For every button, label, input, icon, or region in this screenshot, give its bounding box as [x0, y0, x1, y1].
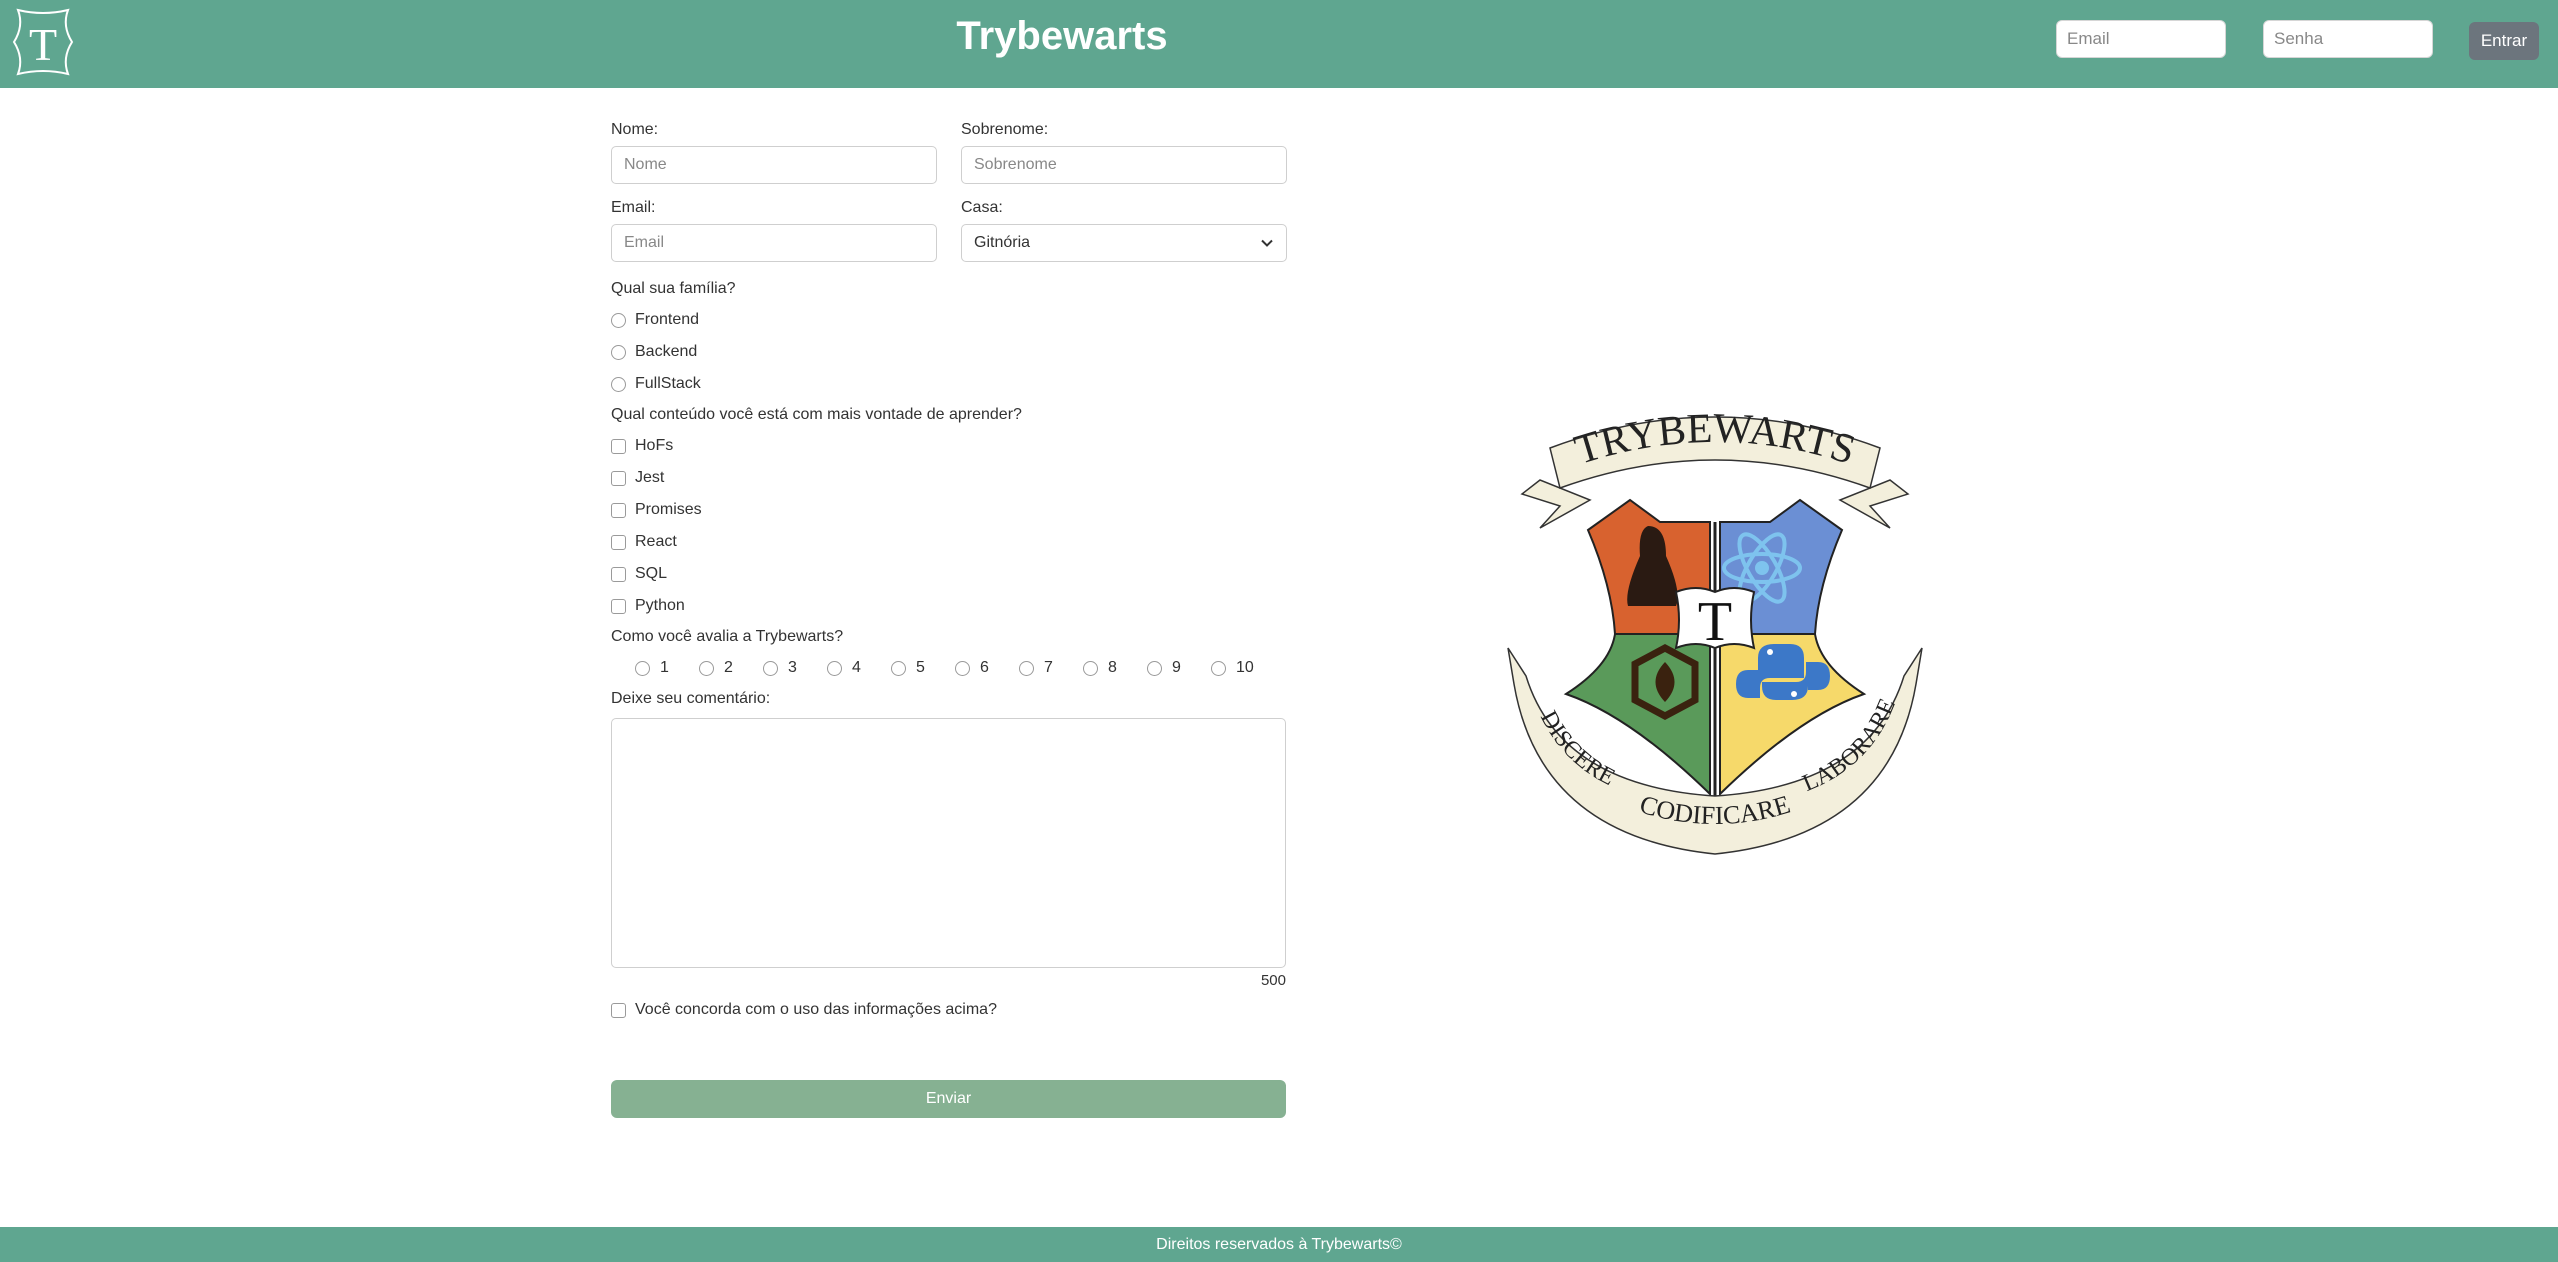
rating-option-2[interactable]: 2	[699, 659, 763, 677]
radio-button[interactable]	[611, 344, 626, 360]
rating-label: 10	[1236, 659, 1254, 676]
option-label: Backend	[635, 343, 698, 360]
submit-button[interactable]: Enviar	[611, 1080, 1286, 1118]
option-label: FullStack	[635, 375, 701, 392]
radio-button[interactable]	[635, 660, 650, 676]
page-title: Trybewarts	[956, 14, 1168, 58]
footer: Direitos reservados à Trybewarts©	[0, 1227, 2558, 1262]
radio-button[interactable]	[1083, 660, 1098, 676]
rating-label: 2	[724, 659, 733, 676]
trybewarts-crest-icon: TRYBEWARTS T DISCERE CODIFICARE LABORARE	[1507, 406, 1923, 855]
radio-button[interactable]	[1019, 660, 1034, 676]
option-label: SQL	[635, 565, 668, 582]
checkbox[interactable]	[611, 598, 626, 614]
checkbox[interactable]	[611, 534, 626, 550]
conteudo-option-react[interactable]: React	[611, 526, 1286, 558]
comentario-textarea[interactable]	[611, 718, 1286, 968]
rating-label: 1	[660, 659, 669, 676]
checkbox[interactable]	[611, 566, 626, 582]
option-label: Frontend	[635, 311, 700, 328]
rating-label: 3	[788, 659, 797, 676]
conteudo-question: Qual conteúdo você está com mais vontade…	[611, 406, 1022, 423]
familia-option-fullstack[interactable]: FullStack	[611, 368, 1286, 400]
conteudo-option-jest[interactable]: Jest	[611, 462, 1286, 494]
casa-label: Casa:	[961, 199, 1003, 216]
comentario-label: Deixe seu comentário:	[611, 690, 771, 707]
radio-button[interactable]	[1211, 660, 1226, 676]
rating-option-9[interactable]: 9	[1147, 659, 1211, 677]
rating-label: 9	[1172, 659, 1181, 676]
checkbox[interactable]	[611, 438, 626, 454]
character-counter: 500	[1260, 972, 1286, 989]
crest-banner-text: TRYBEWARTS	[1569, 406, 1860, 474]
radio-button[interactable]	[763, 660, 778, 676]
nome-label: Nome:	[611, 121, 659, 138]
option-label: Python	[635, 597, 685, 614]
rating-option-10[interactable]: 10	[1211, 659, 1275, 677]
option-label: React	[635, 533, 677, 550]
avaliacao-question: Como você avalia a Trybewarts?	[611, 628, 844, 645]
option-label: HoFs	[635, 437, 674, 454]
conteudo-option-sql[interactable]: SQL	[611, 558, 1286, 590]
email-label: Email:	[611, 199, 656, 216]
rating-label: 4	[852, 659, 861, 676]
rating-label: 8	[1108, 659, 1117, 676]
conteudo-option-hofs[interactable]: HoFs	[611, 430, 1286, 462]
checkbox[interactable]	[611, 502, 626, 518]
rating-option-7[interactable]: 7	[1019, 659, 1083, 677]
footer-text: Direitos reservados à Trybewarts©	[1156, 1236, 1402, 1253]
casa-select[interactable]: Gitnória	[961, 224, 1287, 262]
agreement-label: Você concorda com o uso das informações …	[635, 1001, 997, 1018]
rating-option-5[interactable]: 5	[891, 659, 955, 677]
agreement-option[interactable]: Você concorda com o uso das informações …	[611, 994, 1286, 1026]
rating-option-3[interactable]: 3	[763, 659, 827, 677]
option-label: Jest	[635, 469, 665, 486]
rating-label: 6	[980, 659, 989, 676]
rating-option-4[interactable]: 4	[827, 659, 891, 677]
familia-question: Qual sua família?	[611, 280, 736, 297]
radio-button[interactable]	[611, 312, 626, 328]
email-input[interactable]	[611, 224, 937, 262]
header: T Trybewarts Entrar	[0, 0, 2558, 88]
familia-option-frontend[interactable]: Frontend	[611, 304, 1286, 336]
radio-button[interactable]	[699, 660, 714, 676]
radio-button[interactable]	[891, 660, 906, 676]
nome-input[interactable]	[611, 146, 937, 184]
conteudo-option-promises[interactable]: Promises	[611, 494, 1286, 526]
casa-selected-value: Gitnória	[974, 234, 1031, 251]
option-label: Promises	[635, 501, 702, 518]
chevron-down-icon	[1261, 239, 1273, 247]
rating-label: 7	[1044, 659, 1053, 676]
rating-option-6[interactable]: 6	[955, 659, 1019, 677]
conteudo-option-python[interactable]: Python	[611, 590, 1286, 622]
sobrenome-label: Sobrenome:	[961, 121, 1049, 138]
familia-option-backend[interactable]: Backend	[611, 336, 1286, 368]
rating-option-8[interactable]: 8	[1083, 659, 1147, 677]
login-email-input[interactable]	[2056, 20, 2226, 58]
checkbox[interactable]	[611, 470, 626, 486]
radio-button[interactable]	[955, 660, 970, 676]
radio-button[interactable]	[827, 660, 842, 676]
radio-button[interactable]	[611, 376, 626, 392]
rating-option-1[interactable]: 1	[635, 659, 699, 677]
rating-group: 1 2 3 4 5 6 7 8 9 10	[611, 652, 1286, 684]
login-button[interactable]: Entrar	[2469, 22, 2539, 60]
agreement-checkbox[interactable]	[611, 1002, 626, 1018]
radio-button[interactable]	[1147, 660, 1162, 676]
evaluation-form: Nome: Sobrenome: Email: Casa: Gitnória Q…	[611, 118, 1287, 1118]
sobrenome-input[interactable]	[961, 146, 1287, 184]
rating-label: 5	[916, 659, 925, 676]
crest-center-letter: T	[1698, 591, 1732, 653]
login-password-input[interactable]	[2263, 20, 2433, 58]
